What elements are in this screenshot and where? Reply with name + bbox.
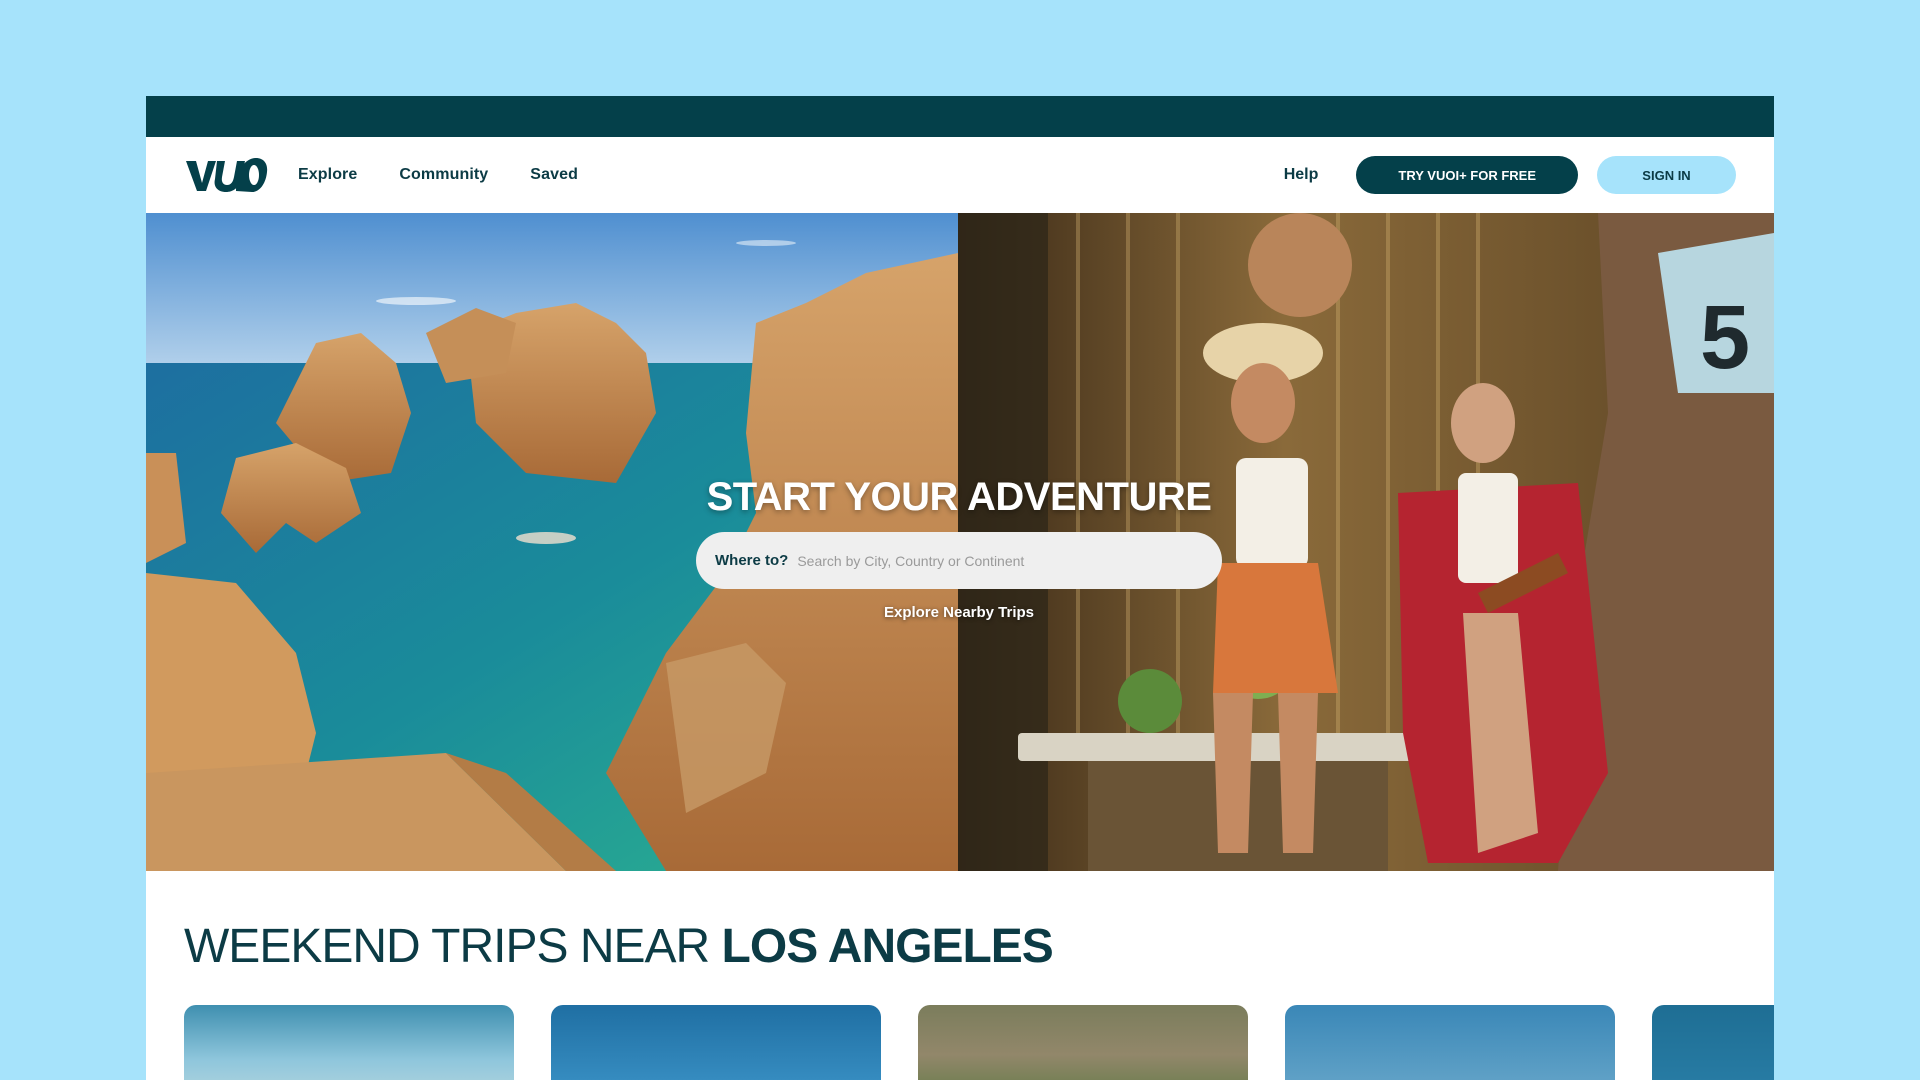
search-label: Where to? [715, 552, 789, 569]
trip-card[interactable] [1285, 1005, 1615, 1080]
browser-frame: Explore Community Saved Help TRY VUOI+ F… [146, 96, 1774, 1080]
trip-card[interactable] [918, 1005, 1248, 1080]
trip-cards-row [184, 1005, 1774, 1080]
nav-right-group: Help TRY VUOI+ FOR FREE SIGN IN [1284, 137, 1736, 213]
hero-search-panel: START YOUR ADVENTURE Where to? Explore N… [696, 475, 1222, 621]
sign-number-5: 5 [1700, 288, 1750, 388]
trip-card[interactable] [184, 1005, 514, 1080]
nav-saved-link[interactable]: Saved [530, 166, 578, 184]
navbar: Explore Community Saved Help TRY VUOI+ F… [146, 137, 1774, 213]
destination-search-bar[interactable]: Where to? [696, 532, 1222, 589]
try-free-button[interactable]: TRY VUOI+ FOR FREE [1356, 156, 1578, 194]
trip-card[interactable] [1652, 1005, 1774, 1080]
trip-card[interactable] [551, 1005, 881, 1080]
explore-nearby-trips-link[interactable]: Explore Nearby Trips [884, 604, 1034, 621]
nav-explore-link[interactable]: Explore [298, 166, 357, 184]
vuo-logo-icon[interactable] [184, 155, 268, 195]
hero-banner: 5 START YOUR ADVENTURE Where to? Search … [146, 213, 1774, 871]
nav-community-link[interactable]: Community [399, 166, 488, 184]
section-title: WEEKEND TRIPS NEAR LOS ANGELES [184, 919, 1774, 974]
top-bar [146, 96, 1774, 137]
section-title-city: LOS ANGELES [721, 920, 1054, 973]
sign-in-button[interactable]: SIGN IN [1597, 156, 1736, 194]
section-title-prefix: WEEKEND TRIPS NEAR [184, 920, 722, 973]
destination-search-input[interactable] [795, 551, 1203, 570]
hero-title: START YOUR ADVENTURE [706, 475, 1212, 519]
help-link[interactable]: Help [1284, 166, 1319, 184]
